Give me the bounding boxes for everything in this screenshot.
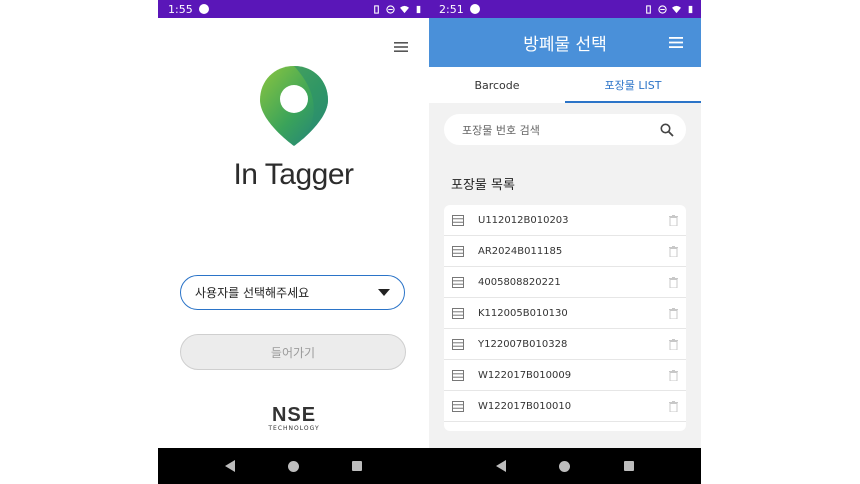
app-notification-icon [469,4,480,14]
battery-icon [416,5,421,13]
home-icon[interactable] [559,460,571,472]
company-tagline: TECHNOLOGY [268,425,320,432]
item-code: W122017B010010 [478,400,572,412]
do-not-disturb-icon [386,4,395,14]
system-nav-bar [429,448,701,484]
status-time: 1:55 [168,2,193,16]
recents-icon[interactable] [352,461,363,471]
status-bar: 2:51 [429,0,701,18]
status-icons [372,4,423,14]
enter-button[interactable]: 들어가기 [180,334,406,370]
document-icon [452,214,464,226]
do-not-disturb-icon [658,4,667,14]
list-item[interactable]: 4005808820221 [444,267,686,298]
trash-icon[interactable] [669,307,678,319]
app-bar: 방폐물 선택 [429,18,701,67]
tab-package-list[interactable]: 포장물 LIST [565,67,701,103]
list-item[interactable]: W122017B010010 [444,391,686,422]
status-time: 2:51 [439,2,464,16]
trash-icon[interactable] [669,400,678,412]
vibrate-icon [374,4,379,14]
battery-icon [688,5,693,13]
package-list: U112012B010203 AR2024B011185 40058088202… [444,205,686,431]
dropdown-caret-icon [378,289,390,296]
list-item[interactable]: W122017B010009 [444,360,686,391]
company-name: NSE [271,404,317,426]
item-code: W122017B010009 [478,369,572,381]
company-logo: NSE TECHNOLOGY [262,405,326,432]
trash-icon[interactable] [669,276,678,288]
trash-icon[interactable] [669,245,678,257]
item-code: 4005808820221 [478,276,561,288]
list-item[interactable]: U112012B010203 [444,205,686,236]
item-code: Y122007B010328 [478,338,568,350]
user-select-value: 사용자를 선택해주세요 [195,286,310,300]
wifi-icon [400,5,409,13]
wifi-icon [672,5,681,13]
user-select-dropdown[interactable]: 사용자를 선택해주세요 [180,275,405,310]
menu-icon[interactable] [669,37,683,48]
menu-icon[interactable] [394,42,408,52]
list-item[interactable]: AR2024B011185 [444,236,686,267]
recents-icon[interactable] [624,461,635,471]
app-notification-icon [198,4,209,14]
document-icon [452,245,464,257]
login-screen: 1:55 In Tagger 사용자를 선택해주세요 들어가기 NSE TECH… [158,0,429,484]
screen-title: 방폐물 선택 [523,35,607,55]
back-icon[interactable] [224,460,235,472]
list-item[interactable]: K112005B010130 [444,298,686,329]
app-name: In Tagger [233,158,354,191]
trash-icon[interactable] [669,338,678,350]
system-nav-bar [158,448,429,484]
vibrate-icon [646,4,651,14]
document-icon [452,338,464,350]
item-code: U112012B010203 [478,214,569,226]
document-icon [452,400,464,412]
trash-icon[interactable] [669,369,678,381]
trash-icon[interactable] [669,214,678,226]
status-icons [644,4,695,14]
document-icon [452,369,464,381]
document-icon [452,276,464,288]
section-title: 포장물 목록 [451,178,515,193]
search-placeholder: 포장물 번호 검색 [462,123,540,137]
location-pin-logo [260,66,328,146]
document-icon [452,307,464,319]
tab-barcode[interactable]: Barcode [429,67,565,103]
search-icon[interactable] [660,123,674,137]
tab-bar: Barcode 포장물 LIST [429,67,701,103]
waste-selection-screen: 2:51 방폐물 선택 Barcode 포장물 LIST 포장물 번호 검색 포… [429,0,701,484]
home-icon[interactable] [287,460,299,472]
item-code: AR2024B011185 [478,245,563,257]
search-input[interactable]: 포장물 번호 검색 [444,114,686,145]
list-item[interactable]: Y122007B010328 [444,329,686,360]
back-icon[interactable] [495,460,506,472]
status-bar: 1:55 [158,0,429,18]
item-code: K112005B010130 [478,307,568,319]
